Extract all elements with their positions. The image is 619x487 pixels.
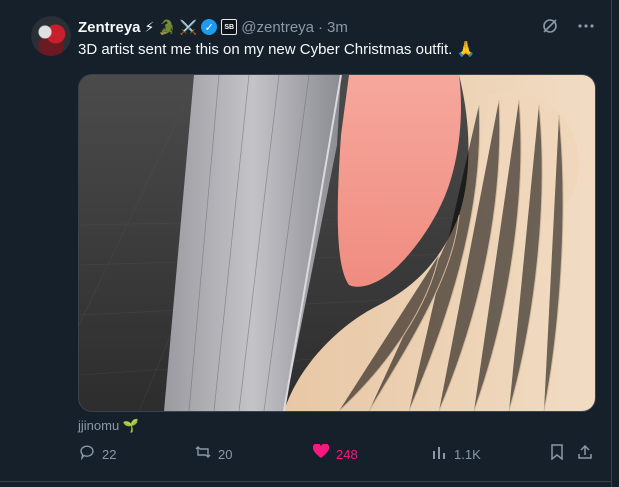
media-image[interactable] bbox=[78, 74, 596, 412]
affiliate-badge-icon[interactable]: SB bbox=[221, 19, 238, 35]
reply-count: 22 bbox=[102, 447, 117, 462]
tweet-time[interactable]: 3m bbox=[327, 19, 348, 36]
right-strip bbox=[612, 0, 619, 487]
header-actions bbox=[541, 17, 595, 40]
author-name[interactable]: Zentreya bbox=[78, 19, 141, 36]
tweet-header: Zentreya ⚡ 🐊 ⚔️ ✓ SB @zentreya · 3m bbox=[78, 17, 348, 37]
views-icon bbox=[430, 444, 448, 465]
like-count: 248 bbox=[336, 446, 358, 462]
share-icon bbox=[576, 444, 594, 465]
crocodile-emoji: 🐊 bbox=[158, 19, 176, 35]
swords-emoji: ⚔️ bbox=[179, 19, 198, 35]
tweet-divider bbox=[0, 481, 611, 482]
views-count: 1.1K bbox=[454, 447, 481, 462]
tweet-text: 3D artist sent me this on my new Cyber C… bbox=[78, 41, 476, 58]
more-icon[interactable] bbox=[577, 17, 595, 40]
verified-badge-icon[interactable]: ✓ bbox=[201, 19, 218, 35]
grok-icon[interactable] bbox=[541, 17, 559, 40]
reply-icon bbox=[78, 444, 96, 465]
retweet-count: 20 bbox=[218, 447, 233, 462]
heart-icon bbox=[312, 443, 330, 464]
left-strip bbox=[0, 0, 14, 487]
separator-dot: · bbox=[318, 18, 324, 36]
retweet-button[interactable]: 20 bbox=[194, 444, 232, 465]
bookmark-icon bbox=[548, 444, 566, 465]
like-button[interactable]: 248 bbox=[312, 443, 358, 464]
retweet-icon bbox=[194, 444, 212, 465]
share-button[interactable] bbox=[576, 444, 594, 465]
author-handle[interactable]: @zentreya bbox=[241, 19, 314, 36]
avatar[interactable] bbox=[31, 16, 71, 56]
lightning-emoji: ⚡ bbox=[144, 19, 155, 35]
tweet-actions: 22 20 248 1.1K bbox=[78, 443, 594, 465]
views-button[interactable]: 1.1K bbox=[430, 444, 481, 465]
media-credit[interactable]: jjinomu 🌱 bbox=[78, 418, 139, 434]
bookmark-button[interactable] bbox=[548, 444, 566, 465]
reply-button[interactable]: 22 bbox=[78, 444, 116, 465]
